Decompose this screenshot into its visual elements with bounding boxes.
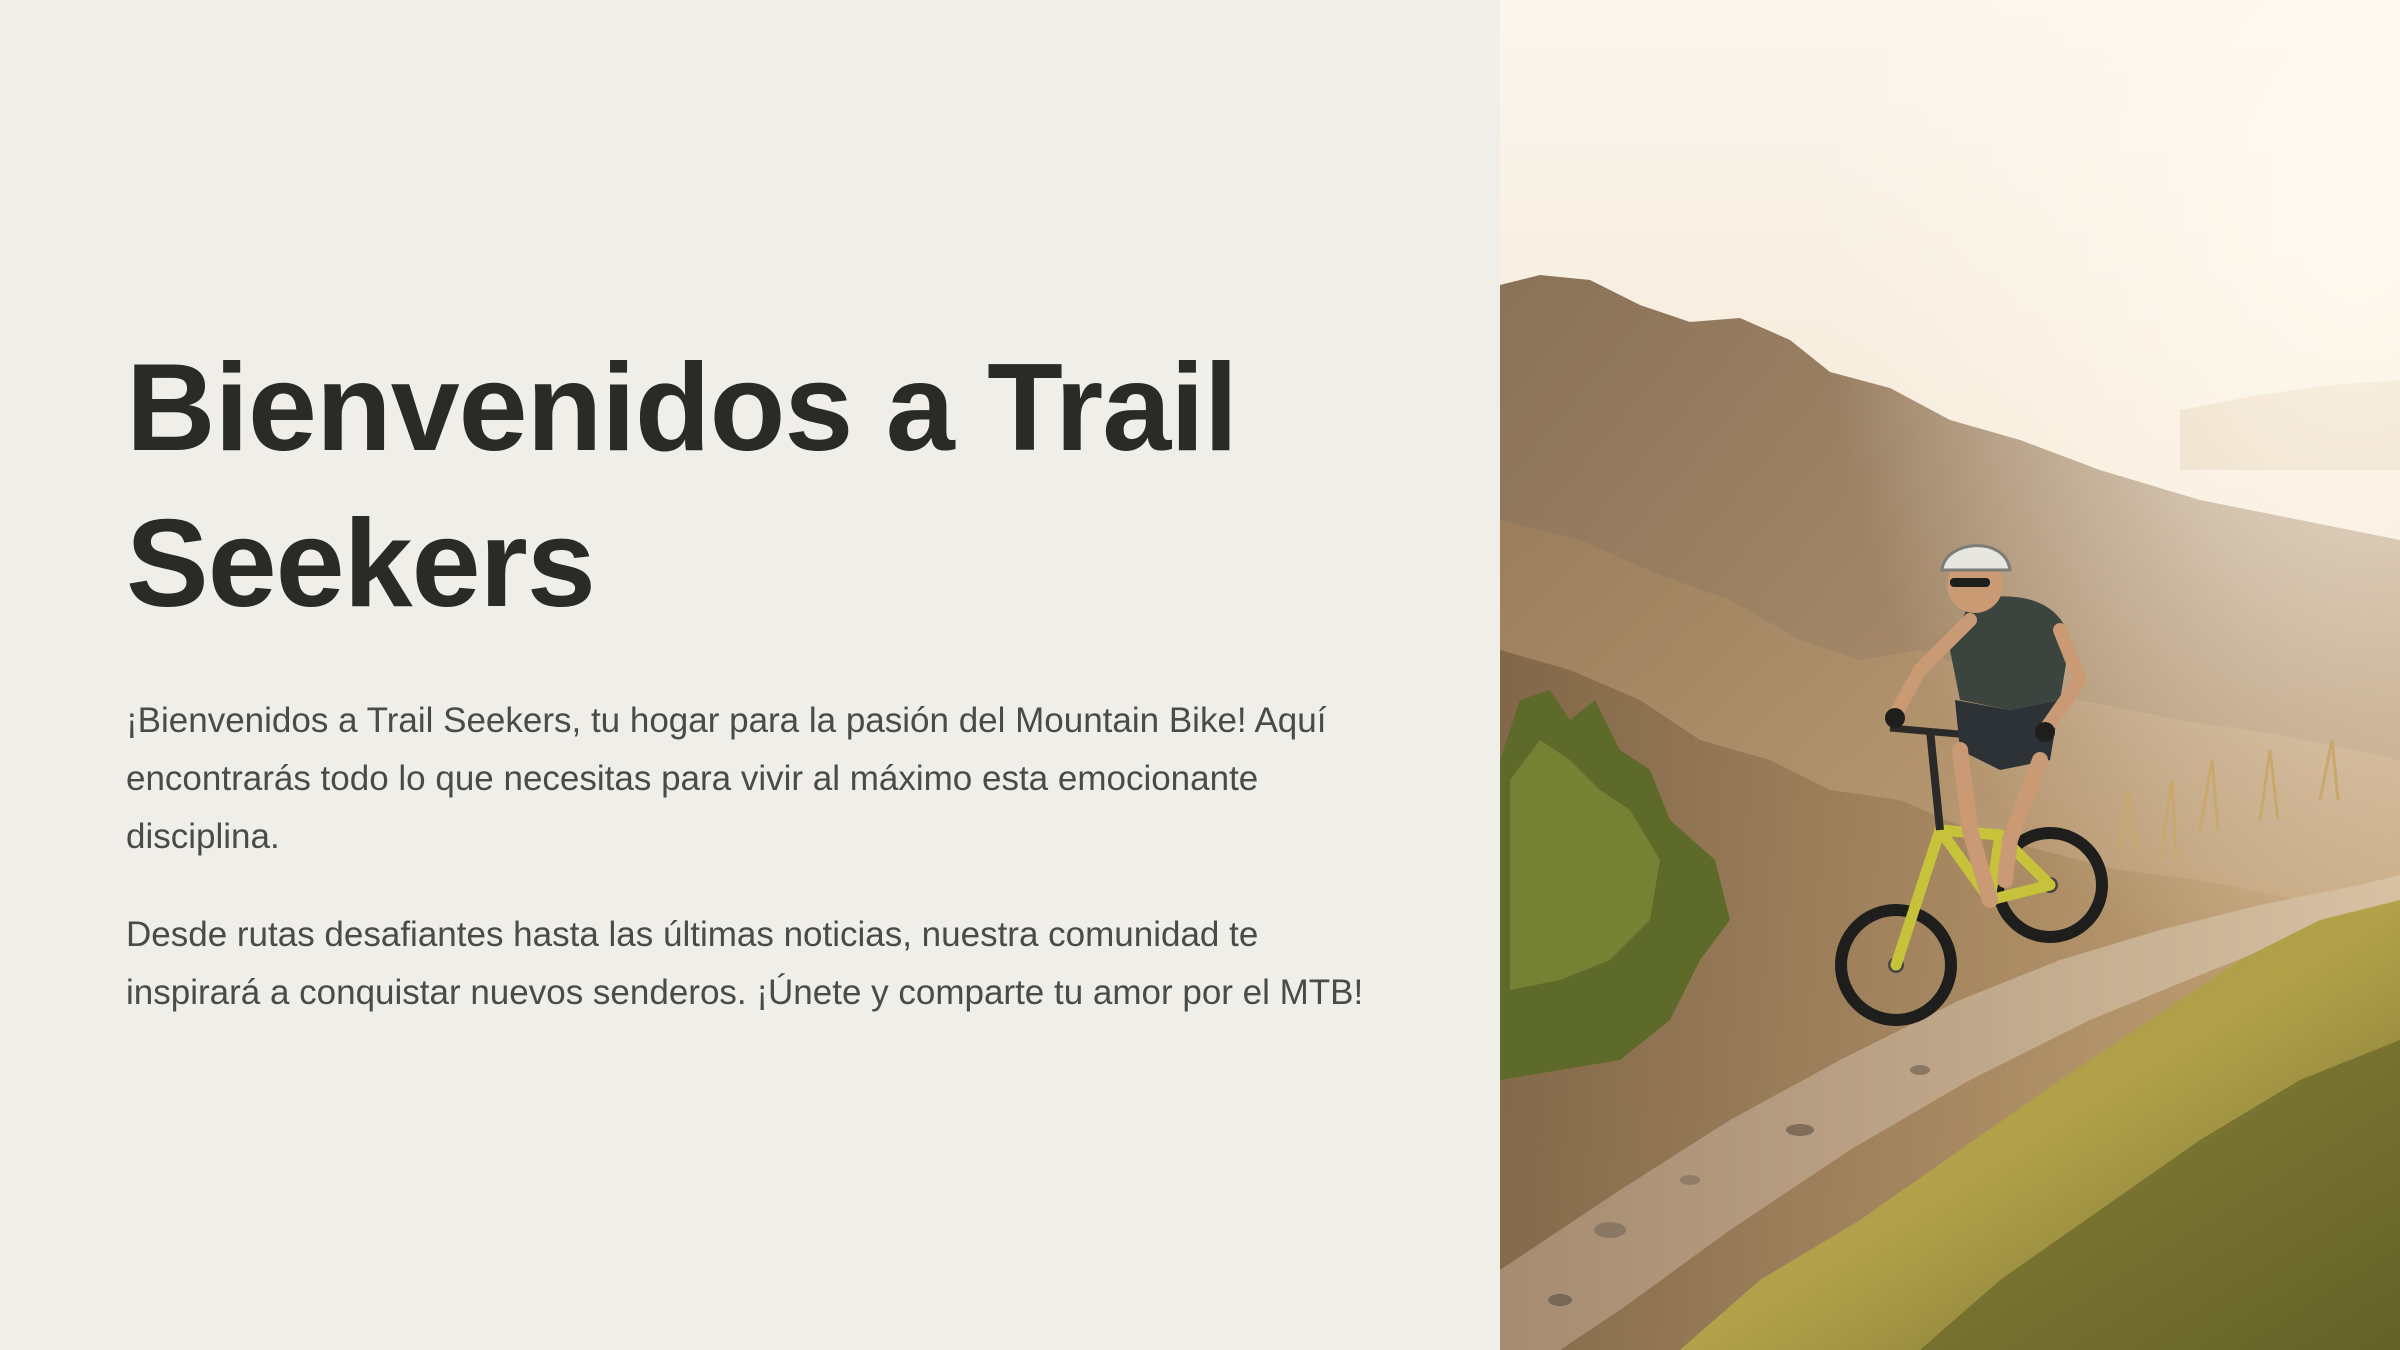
slide: Bienvenidos a Trail Seekers ¡Bienvenidos… [0, 0, 2400, 1350]
community-paragraph: Desde rutas desafiantes hasta las última… [126, 915, 1364, 1012]
text-panel: Bienvenidos a Trail Seekers ¡Bienvenidos… [0, 0, 1500, 1350]
mountain-biker-photo [1500, 0, 2400, 1350]
intro-paragraph: ¡Bienvenidos a Trail Seekers, tu hogar p… [126, 701, 1327, 856]
hero-image-panel [1500, 0, 2400, 1350]
page-title: Bienvenidos a Trail Seekers [126, 339, 1238, 633]
